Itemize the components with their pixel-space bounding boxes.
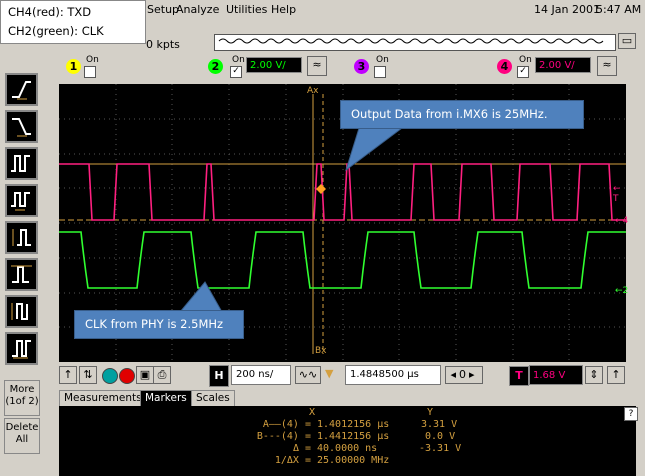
inverse-delta-label: 1/ΔX =: [274, 455, 311, 466]
scroll-left-button[interactable]: ↑: [59, 366, 77, 384]
delay-field[interactable]: 1.4848500 µs: [345, 365, 441, 385]
trigger-label-box[interactable]: T: [509, 366, 529, 386]
tab-measurements[interactable]: Measurements: [59, 390, 147, 407]
delay-reference-icon: ▼: [325, 367, 334, 380]
save-icon[interactable]: ▣: [136, 366, 154, 384]
trigger-level-stepper[interactable]: ⇕: [585, 366, 603, 384]
delta-x: 40.0000 ns: [317, 443, 378, 454]
annotation-clk: CLK from PHY is 2.5MHz: [74, 310, 244, 339]
marker-a-x: 1.4012156 µs: [317, 419, 390, 430]
time-per-div-field[interactable]: 200 ns/: [231, 365, 291, 385]
delta-y: -3.31 V: [419, 443, 462, 454]
help-button[interactable]: ?: [624, 407, 638, 421]
marker-a-label: A——(4) =: [262, 419, 311, 430]
run-button[interactable]: [102, 368, 118, 384]
delta-label: Δ =: [292, 443, 311, 454]
markers-panel: X Y A——(4) = 1.4012156 µs 3.31 V B---(4)…: [59, 406, 636, 476]
annotation-output-data: Output Data from i.MX6 is 25MHz.: [340, 100, 584, 129]
stop-button[interactable]: [119, 368, 135, 384]
marker-b-label: B---(4) =: [256, 431, 311, 442]
tab-scales[interactable]: Scales: [191, 390, 235, 407]
marker-b-y: 0.0 V: [425, 431, 456, 442]
trigger-slope-button[interactable]: ↑: [607, 366, 625, 384]
zoom-button[interactable]: ⇅: [79, 366, 97, 384]
markers-header-y: Y: [427, 407, 434, 418]
trigger-level-field[interactable]: 1.68 V: [529, 365, 583, 385]
horizontal-label[interactable]: H: [209, 365, 229, 387]
marker-b-x: 1.4412156 µs: [317, 431, 390, 442]
inverse-delta-x: 25.00000 MHz: [317, 455, 390, 466]
print-icon[interactable]: ⎙: [153, 366, 171, 384]
marker-a-y: 3.31 V: [421, 419, 458, 430]
markers-header-x: X: [309, 407, 316, 418]
tab-markers[interactable]: Markers: [140, 390, 192, 407]
timebase-mode-button[interactable]: ∿∿: [295, 366, 321, 384]
bottom-toolbar: ↑ ⇅ ▣ ⎙ H 200 ns/ ∿∿ ▼ 1.4848500 µs ◂0▸ …: [59, 365, 645, 389]
delay-step-buttons[interactable]: ◂0▸: [445, 366, 483, 384]
